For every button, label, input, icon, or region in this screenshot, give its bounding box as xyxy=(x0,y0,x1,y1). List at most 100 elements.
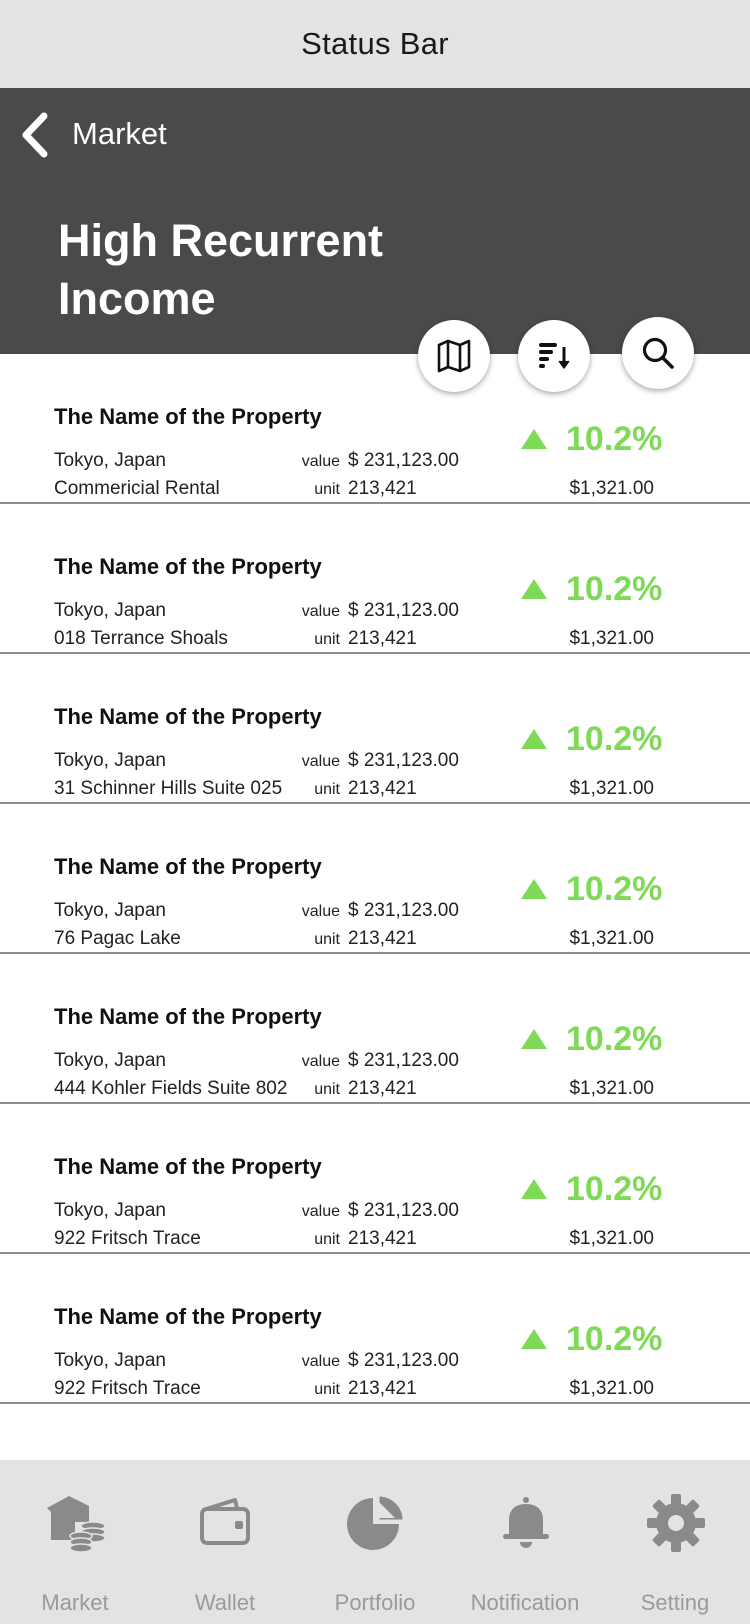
property-price: $1,321.00 xyxy=(569,1378,654,1399)
property-location: Tokyo, Japan xyxy=(54,900,166,921)
tab-label: Wallet xyxy=(194,1590,256,1615)
property-location: Tokyo, Japan xyxy=(54,1200,166,1221)
trend-up-icon xyxy=(521,579,547,599)
value-label: value xyxy=(301,453,340,470)
change-percent: 10.2% xyxy=(566,870,663,908)
tab-label: Setting xyxy=(640,1590,710,1615)
tab-wallet[interactable]: Wallet xyxy=(150,1460,300,1624)
property-address: 922 Fritsch Trace xyxy=(54,1228,201,1249)
property-price: $1,321.00 xyxy=(569,928,654,949)
property-row[interactable]: The Name of the Property Tokyo, Japan 31… xyxy=(0,654,750,804)
property-location: Tokyo, Japan xyxy=(54,750,166,771)
portfolio-icon xyxy=(347,1495,404,1550)
property-location: Tokyo, Japan xyxy=(54,450,166,471)
change-percent: 10.2% xyxy=(566,1020,663,1058)
property-name: The Name of the Property xyxy=(54,1154,322,1179)
property-row[interactable]: The Name of the Property Tokyo, Japan 92… xyxy=(0,1104,750,1254)
tab-bar: Market Wallet Portfolio Notification Set… xyxy=(0,1460,750,1624)
property-row[interactable]: The Name of the Property Tokyo, Japan 44… xyxy=(0,954,750,1104)
property-name: The Name of the Property xyxy=(54,1304,322,1329)
trend-up-icon xyxy=(521,729,547,749)
unit-label: unit xyxy=(314,931,340,948)
tab-market[interactable]: Market xyxy=(0,1460,150,1624)
map-icon xyxy=(437,339,471,373)
property-address: 76 Pagac Lake xyxy=(54,928,181,949)
property-units: 213,421 xyxy=(348,478,417,499)
property-row[interactable]: The Name of the Property Tokyo, Japan 76… xyxy=(0,804,750,954)
property-name: The Name of the Property xyxy=(54,704,322,729)
property-address: 444 Kohler Fields Suite 802 xyxy=(54,1078,288,1099)
unit-label: unit xyxy=(314,481,340,498)
trend-up-icon xyxy=(521,879,547,899)
trend-up-icon xyxy=(521,429,547,449)
market-icon xyxy=(47,1496,106,1553)
search-icon xyxy=(642,337,674,369)
bell-icon xyxy=(503,1497,549,1548)
property-price: $1,321.00 xyxy=(569,478,654,499)
property-value: $ 231,123.00 xyxy=(348,1050,459,1071)
property-value: $ 231,123.00 xyxy=(348,1200,459,1221)
tab-label: Market xyxy=(41,1590,109,1615)
property-value: $ 231,123.00 xyxy=(348,1350,459,1371)
value-label: value xyxy=(301,753,340,770)
status-bar: Status Bar xyxy=(0,0,750,88)
property-location: Tokyo, Japan xyxy=(54,1050,166,1071)
property-units: 213,421 xyxy=(348,628,417,649)
wallet-icon xyxy=(200,1498,250,1545)
property-value: $ 231,123.00 xyxy=(348,450,459,471)
property-value: $ 231,123.00 xyxy=(348,600,459,621)
unit-label: unit xyxy=(314,1231,340,1248)
property-name: The Name of the Property xyxy=(54,854,322,879)
unit-label: unit xyxy=(314,631,340,648)
search-button[interactable] xyxy=(622,317,694,389)
unit-label: unit xyxy=(314,1081,340,1098)
sort-button[interactable] xyxy=(518,320,590,392)
value-label: value xyxy=(301,1203,340,1220)
property-address: 922 Fritsch Trace xyxy=(54,1378,201,1399)
property-price: $1,321.00 xyxy=(569,1078,654,1099)
property-location: Tokyo, Japan xyxy=(54,1350,166,1371)
property-units: 213,421 xyxy=(348,1078,417,1099)
property-price: $1,321.00 xyxy=(569,778,654,799)
status-bar-text: Status Bar xyxy=(301,26,449,61)
property-address: 31 Schinner Hills Suite 025 xyxy=(54,778,283,799)
property-price: $1,321.00 xyxy=(569,628,654,649)
property-row[interactable]: The Name of the Property Tokyo, Japan 01… xyxy=(0,504,750,654)
value-label: value xyxy=(301,603,340,620)
property-units: 213,421 xyxy=(348,1378,417,1399)
property-row[interactable]: The Name of the Property Tokyo, Japan 92… xyxy=(0,1254,750,1404)
property-location: Tokyo, Japan xyxy=(54,600,166,621)
tab-notification[interactable]: Notification xyxy=(450,1460,600,1624)
property-name: The Name of the Property xyxy=(54,554,322,579)
change-percent: 10.2% xyxy=(566,570,663,608)
map-button[interactable] xyxy=(418,320,490,392)
property-address: Commericial Rental xyxy=(54,478,220,499)
tab-label: Portfolio xyxy=(334,1590,416,1615)
property-list: The Name of the Property Tokyo, Japan Co… xyxy=(0,354,750,1404)
tab-setting[interactable]: Setting xyxy=(600,1460,750,1624)
change-percent: 10.2% xyxy=(566,1320,663,1358)
property-address: 018 Terrance Shoals xyxy=(54,628,228,649)
change-percent: 10.2% xyxy=(566,420,663,458)
back-button[interactable]: Market xyxy=(18,110,167,160)
trend-up-icon xyxy=(521,1179,547,1199)
sort-descending-icon xyxy=(539,343,570,369)
chevron-left-icon xyxy=(22,112,48,158)
tab-portfolio[interactable]: Portfolio xyxy=(300,1460,450,1624)
tab-label: Notification xyxy=(470,1590,580,1615)
gear-icon xyxy=(647,1494,705,1552)
property-price: $1,321.00 xyxy=(569,1228,654,1249)
property-units: 213,421 xyxy=(348,928,417,949)
value-label: value xyxy=(301,903,340,920)
property-units: 213,421 xyxy=(348,1228,417,1249)
property-name: The Name of the Property xyxy=(54,404,322,429)
back-label: Market xyxy=(72,116,167,151)
unit-label: unit xyxy=(314,1381,340,1398)
header: Market High Recurrent Income xyxy=(0,88,750,354)
property-units: 213,421 xyxy=(348,778,417,799)
trend-up-icon xyxy=(521,1029,547,1049)
change-percent: 10.2% xyxy=(566,1170,663,1208)
trend-up-icon xyxy=(521,1329,547,1349)
value-label: value xyxy=(301,1053,340,1070)
page-title: High Recurrent Income xyxy=(58,215,384,324)
